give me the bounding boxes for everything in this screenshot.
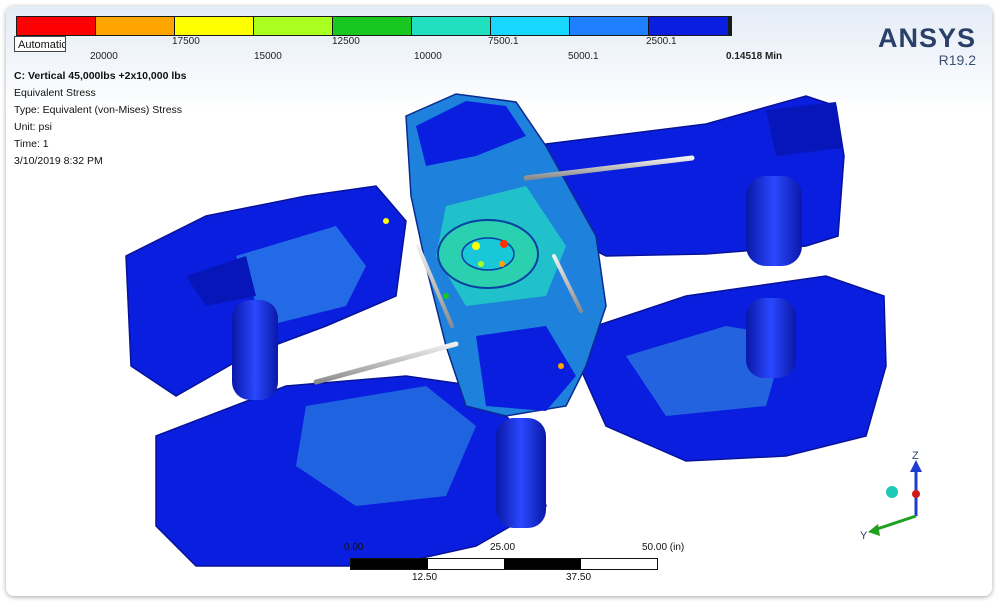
- scale-label: 50.00 (in): [642, 542, 685, 553]
- scale-bar: 0.00 25.00 50.00 (in) 12.50 37.50: [344, 540, 704, 596]
- scale-label: 0.00: [344, 542, 364, 553]
- scale-track: [350, 558, 658, 570]
- wheel-hub: [232, 300, 278, 400]
- wheel-hub: [496, 418, 546, 528]
- z-axis-label: Z: [912, 450, 919, 462]
- brace-rod: [313, 341, 459, 385]
- scale-segment: [427, 559, 504, 569]
- axis-triad[interactable]: Z Y: [846, 450, 936, 546]
- stress-hotspot: [500, 240, 508, 248]
- stress-hotspot: [383, 218, 389, 224]
- y-axis-label: Y: [860, 530, 868, 542]
- stress-hotspot: [472, 242, 480, 250]
- y-axis-arrow: [868, 524, 880, 536]
- x-axis-marker: [912, 490, 920, 498]
- scale-label: 37.50: [566, 572, 592, 583]
- scale-segment: [580, 559, 657, 569]
- wheel-hub: [746, 298, 796, 378]
- scale-label: 25.00: [490, 542, 516, 553]
- y-axis-line: [873, 514, 917, 532]
- scale-segment: [504, 559, 581, 569]
- triad-ball: [886, 486, 898, 498]
- wheel-hub: [746, 176, 802, 266]
- stress-hotspot: [499, 261, 505, 267]
- bogie-model[interactable]: [6, 6, 992, 596]
- stress-hotspot: [478, 261, 484, 267]
- stress-hotspot: [558, 363, 564, 369]
- journal-box: [766, 102, 842, 156]
- stress-hotspot: [443, 293, 449, 299]
- scale-segment: [351, 559, 428, 569]
- scale-label: 12.50: [412, 572, 438, 583]
- viewport[interactable]: Automatic 20000 17500 15000 12500 10000 …: [6, 6, 992, 596]
